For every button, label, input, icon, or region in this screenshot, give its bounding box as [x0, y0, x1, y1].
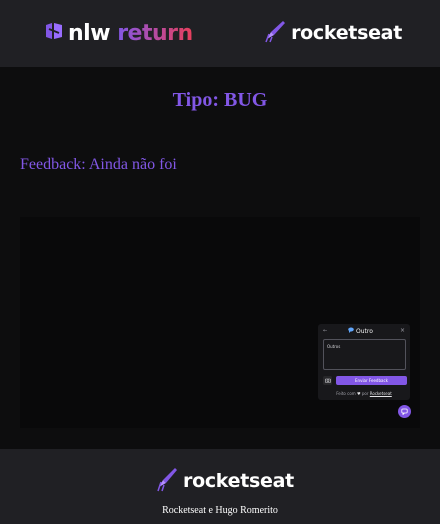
widget-textarea: Outros — [323, 339, 406, 370]
heart-icon: ♥ — [356, 391, 361, 396]
widget-footer-prefix: Feito com — [336, 391, 356, 396]
footer-rocketseat-logo: rocketseat — [157, 466, 294, 497]
rocket-icon — [157, 466, 179, 497]
rocketseat-logo: rocketseat — [265, 20, 402, 46]
nlw-icon — [44, 21, 64, 46]
page-title: Tipo: BUG — [172, 89, 268, 111]
camera-icon — [323, 376, 332, 385]
widget-footer: Feito com ♥ por Rocketseat — [318, 391, 410, 396]
nlw-return-logo: nlw return — [44, 17, 193, 49]
widget-title-label: Outro — [356, 327, 373, 335]
chat-bubble-icon — [348, 327, 354, 335]
widget-footer-mid: por — [361, 391, 369, 396]
feedback-screenshot: ← Outro × Outros Enviar Feedback Feito c… — [20, 217, 420, 428]
widget-textarea-value: Outros — [327, 344, 341, 349]
widget-title: Outro — [348, 327, 373, 335]
footer-logo-text: rocketseat — [183, 470, 294, 492]
feedback-text: Feedback: Ainda não foi — [20, 156, 177, 173]
feedback-widget-preview: ← Outro × Outros Enviar Feedback Feito c… — [318, 324, 410, 400]
widget-footer-link: Rocketseat — [369, 391, 392, 396]
footer-credit: Rocketseat e Hugo Romerito — [162, 505, 278, 516]
chat-icon — [398, 405, 411, 418]
rocket-icon — [265, 19, 287, 48]
close-icon: × — [399, 327, 405, 334]
top-header: nlw return rocketseat — [0, 0, 440, 67]
rocketseat-logo-text: rocketseat — [291, 22, 402, 44]
nlw-logo-text: nlw return — [68, 20, 193, 46]
send-feedback-button: Enviar Feedback — [336, 376, 407, 385]
back-arrow-icon: ← — [323, 328, 328, 334]
